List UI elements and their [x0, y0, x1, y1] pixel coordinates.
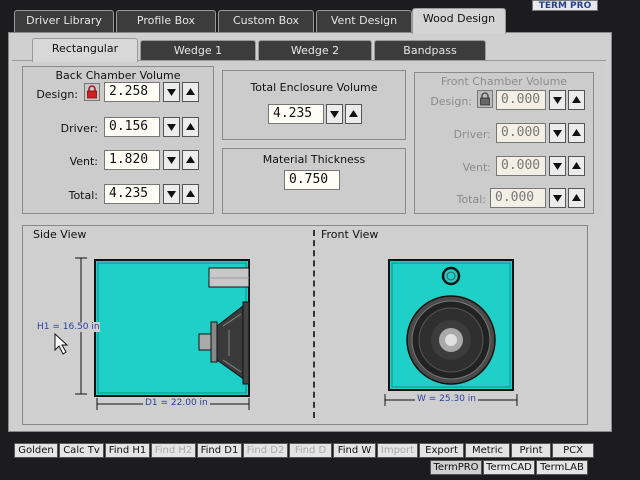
front-total-down-button [549, 188, 566, 208]
back-driver-down-button[interactable] [163, 117, 180, 137]
tab-wedge-1[interactable]: Wedge 1 [140, 40, 256, 60]
width-dimension-label: W = 25.30 in [415, 394, 478, 404]
find-h1-button[interactable]: Find H1 [105, 443, 150, 458]
print-button[interactable]: Print [511, 443, 551, 458]
front-design-up-button [568, 90, 585, 110]
back-driver-up-button[interactable] [182, 117, 199, 137]
front-design-down-button [549, 90, 566, 110]
back-design-up-button[interactable] [182, 82, 199, 102]
tab-rectangular[interactable]: Rectangular [32, 38, 138, 62]
tab-bandpass[interactable]: Bandpass [374, 40, 486, 60]
front-vent-label: Vent: [462, 161, 491, 174]
back-chamber-title: Back Chamber Volume [55, 69, 181, 82]
back-vent-down-button[interactable] [163, 150, 180, 170]
find-d2-button: Find D2 [243, 443, 288, 458]
pcx-button[interactable]: PCX [552, 443, 594, 458]
total-enclosure-up-button[interactable] [345, 104, 362, 124]
termcad-button[interactable]: TermCAD [483, 460, 535, 475]
height-dimension-label: H1 = 16.50 in [37, 322, 100, 332]
front-view-drawing [384, 259, 518, 406]
tab-vent-design[interactable]: Vent Design [316, 10, 412, 32]
metric-button[interactable]: Metric [465, 443, 510, 458]
front-total-label: Total: [456, 193, 486, 206]
front-vent-up-button [568, 156, 585, 176]
views-panel: Side View Front View H1 = 16.50 in D1 = … [22, 225, 588, 425]
export-button[interactable]: Export [419, 443, 464, 458]
back-design-field[interactable]: 2.258 [104, 82, 160, 102]
golden-button[interactable]: Golden [14, 443, 58, 458]
back-design-down-button[interactable] [163, 82, 180, 102]
front-driver-down-button [549, 123, 566, 143]
total-enclosure-field[interactable]: 4.235 [268, 104, 324, 124]
tab-wood-design[interactable]: Wood Design [412, 8, 506, 34]
back-vent-field[interactable]: 1.820 [104, 150, 160, 170]
front-total-field: 0.000 [490, 188, 546, 208]
front-design-label: Design: [430, 95, 472, 108]
tab-custom-box[interactable]: Custom Box [218, 10, 314, 32]
find-w-button[interactable]: Find W [333, 443, 376, 458]
material-thickness-title: Material Thickness [262, 153, 366, 166]
back-total-up-button[interactable] [182, 184, 199, 204]
find-d-button: Find D [289, 443, 332, 458]
front-design-field: 0.000 [496, 90, 546, 110]
front-total-up-button [568, 188, 585, 208]
front-driver-label: Driver: [453, 128, 491, 141]
front-driver-field: 0.000 [496, 123, 546, 143]
find-h2-button: Find H2 [151, 443, 196, 458]
total-enclosure-down-button[interactable] [326, 104, 343, 124]
import-button: Import [377, 443, 418, 458]
back-driver-label: Driver: [60, 122, 98, 135]
termpro-button[interactable]: TermPRO [430, 460, 482, 475]
back-driver-field[interactable]: 0.156 [104, 117, 160, 137]
lock-icon[interactable] [84, 83, 100, 101]
back-vent-up-button[interactable] [182, 150, 199, 170]
front-chamber-title: Front Chamber Volume [440, 75, 568, 88]
lock-icon-front [477, 90, 493, 108]
depth-dimension-label: D1 = 22.00 in [143, 398, 210, 408]
calc-tv-button[interactable]: Calc Tv [59, 443, 104, 458]
back-vent-label: Vent: [69, 155, 98, 168]
back-total-field[interactable]: 4.235 [104, 184, 160, 204]
tab-wedge-2[interactable]: Wedge 2 [258, 40, 372, 60]
material-thickness-field[interactable]: 0.750 [284, 170, 340, 190]
back-total-label: Total: [68, 189, 98, 202]
back-total-down-button[interactable] [163, 184, 180, 204]
front-driver-up-button [568, 123, 585, 143]
tab-profile-box[interactable]: Profile Box [116, 10, 216, 32]
front-vent-down-button [549, 156, 566, 176]
app-badge: TERM PRO [532, 0, 598, 11]
find-d1-button[interactable]: Find D1 [197, 443, 242, 458]
back-design-label: Design: [36, 88, 78, 101]
total-enclosure-title: Total Enclosure Volume [250, 81, 378, 94]
tab-driver-library[interactable]: Driver Library [14, 10, 114, 32]
termlab-button[interactable]: TermLAB [536, 460, 588, 475]
view-divider [313, 230, 315, 418]
front-vent-field: 0.000 [496, 156, 546, 176]
